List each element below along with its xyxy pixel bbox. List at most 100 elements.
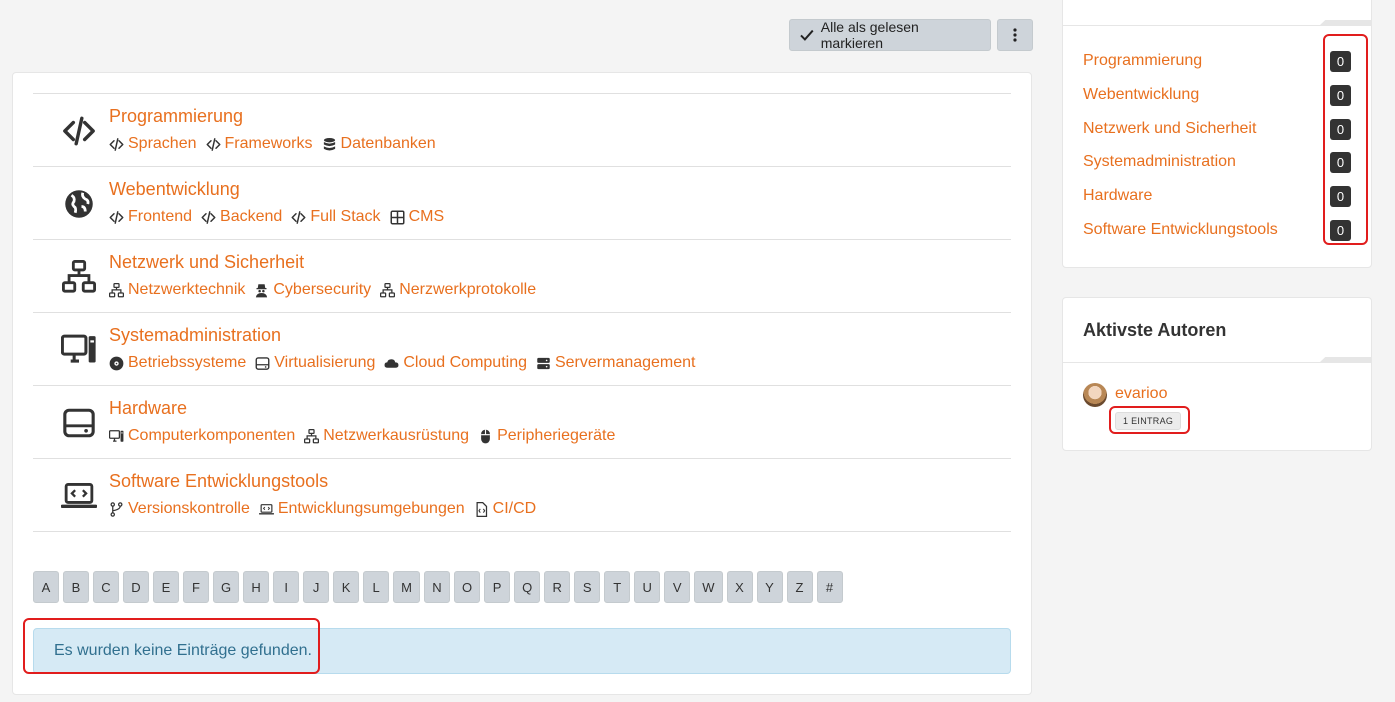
subcategory-link[interactable]: Nerzwerkprotokolle: [380, 281, 536, 299]
letter-button[interactable]: M: [393, 571, 420, 603]
letter-button[interactable]: D: [123, 571, 149, 603]
letter-button[interactable]: Q: [514, 571, 541, 603]
subcategory-list: Versionskontrolle Entwicklungsumgebungen C…: [109, 500, 545, 518]
category-icon: [59, 187, 99, 221]
subcategory-link[interactable]: Netzwerkausrüstung: [304, 427, 469, 445]
sidebar-category-link[interactable]: Hardware: [1083, 187, 1152, 205]
subcategory-link[interactable]: Cybersecurity: [254, 281, 371, 299]
active-authors-card: Aktivste Autoren evarioo 1 EINTRAG: [1062, 297, 1372, 451]
category-title-link[interactable]: Programmierung: [109, 106, 243, 127]
subcategory-label: Computerkomponenten: [128, 427, 296, 444]
hdd-icon: [255, 356, 270, 370]
entry-count-badge: 1 EINTRAG: [1115, 412, 1182, 430]
letter-button[interactable]: B: [63, 571, 89, 603]
subcategory-label: CMS: [408, 208, 445, 225]
subcategory-label: Servermanagement: [554, 354, 696, 371]
subcategory-link[interactable]: Entwicklungsumgebungen: [258, 500, 465, 518]
letter-button[interactable]: C: [93, 571, 119, 603]
code-icon: [109, 210, 124, 224]
letter-button[interactable]: F: [183, 571, 209, 603]
letter-button[interactable]: Y: [756, 571, 783, 603]
letter-button[interactable]: O: [453, 571, 481, 603]
category-row: Programmierung Sprachen Frameworks Datenban…: [33, 94, 1011, 167]
subcategory-label: Peripheriegeräte: [497, 427, 616, 444]
subcategory-link[interactable]: Betriebssysteme: [109, 354, 246, 372]
subcategory-link[interactable]: Backend: [201, 208, 282, 226]
letter-button[interactable]: N: [423, 571, 450, 603]
subcategory-list: Computerkomponenten Netzwerkausrüstung Per…: [109, 427, 624, 445]
letter-button[interactable]: G: [213, 571, 240, 603]
subcategory-link[interactable]: Virtualisierung: [255, 354, 375, 372]
subcategory-link[interactable]: Peripheriegeräte: [478, 427, 615, 445]
category-title-link[interactable]: Systemadministration: [109, 325, 281, 346]
sidebar-category-link[interactable]: Programmierung: [1083, 52, 1202, 70]
author-link[interactable]: evarioo: [1115, 385, 1167, 403]
subcategory-label: Cloud Computing: [403, 354, 527, 371]
category-row: Netzwerk und Sicherheit Netzwerktechnik Cy…: [33, 240, 1011, 313]
mark-all-read-button[interactable]: Alle als gelesen markieren: [789, 19, 991, 51]
desktop-icon: [61, 334, 96, 363]
category-title-link[interactable]: Netzwerk und Sicherheit: [109, 252, 304, 273]
letter-button[interactable]: I: [273, 571, 300, 603]
letter-button[interactable]: A: [33, 571, 59, 603]
letter-button[interactable]: S: [574, 571, 601, 603]
letter-button[interactable]: W: [694, 571, 723, 603]
more-options-button[interactable]: [997, 19, 1033, 51]
subcategory-link[interactable]: Netzwerktechnik: [109, 281, 245, 299]
subcategory-list: Betriebssysteme Virtualisierung Cloud Comp…: [109, 354, 705, 372]
subcategory-label: Netzwerkausrüstung: [323, 427, 470, 444]
laptop-code-icon: [61, 483, 97, 508]
subcategory-link[interactable]: Servermanagement: [536, 354, 696, 372]
card-tab: [1319, 357, 1371, 363]
category-title-link[interactable]: Hardware: [109, 398, 187, 419]
subcategory-label: Netzwerktechnik: [128, 281, 246, 298]
network-icon: [380, 282, 396, 297]
subcategory-label: Frontend: [128, 208, 193, 225]
category-count-badge: 0: [1330, 118, 1351, 140]
laptop-code-icon: [258, 503, 274, 514]
category-row: Systemadministration Betriebssysteme Virtu…: [33, 313, 1011, 386]
letter-button[interactable]: K: [333, 571, 360, 603]
subcategory-link[interactable]: Frameworks: [206, 135, 313, 153]
category-title-link[interactable]: Software Entwicklungstools: [109, 471, 328, 492]
letter-button[interactable]: U: [634, 571, 661, 603]
subcategory-label: Nerzwerkprotokolle: [399, 281, 537, 298]
category-row: Software Entwicklungstools Versionskontro…: [33, 459, 1011, 532]
letter-button[interactable]: #: [816, 571, 843, 603]
letter-button[interactable]: X: [726, 571, 753, 603]
category-icon: [59, 406, 99, 440]
avatar[interactable]: [1083, 383, 1107, 407]
letter-button[interactable]: Z: [786, 571, 813, 603]
subcategory-link[interactable]: Frontend: [109, 208, 192, 226]
letter-button[interactable]: R: [544, 571, 571, 603]
sidebar-category-link[interactable]: Webentwicklung: [1083, 86, 1199, 104]
subcategory-link[interactable]: Computerkomponenten: [109, 427, 295, 445]
letter-button[interactable]: V: [664, 571, 691, 603]
sidebar-category-link[interactable]: Software Entwicklungstools: [1083, 221, 1278, 239]
cloud-icon: [384, 358, 399, 368]
subcategory-link[interactable]: Versionskontrolle: [109, 500, 250, 518]
sidebar-category-link[interactable]: Netzwerk und Sicherheit: [1083, 120, 1256, 138]
letter-button[interactable]: P: [484, 571, 511, 603]
sidebar-category-link[interactable]: Systemadministration: [1083, 153, 1236, 171]
mouse-icon: [481, 429, 490, 443]
letter-button[interactable]: T: [604, 571, 631, 603]
code-icon: [63, 116, 95, 146]
subcategory-link[interactable]: Sprachen: [109, 135, 197, 153]
desktop-icon: [109, 429, 124, 442]
letter-button[interactable]: H: [243, 571, 270, 603]
ellipsis-vertical-icon: [1013, 28, 1017, 42]
letter-button[interactable]: L: [363, 571, 390, 603]
letter-button[interactable]: J: [303, 571, 330, 603]
subcategory-label: Sprachen: [128, 135, 197, 152]
subcategory-list: Netzwerktechnik Cybersecurity Nerzwerkprot…: [109, 281, 545, 299]
subcategory-link[interactable]: CI/CD: [474, 500, 536, 518]
network-icon: [304, 428, 320, 443]
category-title-link[interactable]: Webentwicklung: [109, 179, 240, 200]
subcategory-link[interactable]: CMS: [390, 208, 445, 226]
subcategory-link[interactable]: Cloud Computing: [384, 354, 527, 372]
letter-button[interactable]: E: [153, 571, 179, 603]
subcategory-link[interactable]: Full Stack: [291, 208, 381, 226]
hdd-icon: [63, 408, 95, 438]
subcategory-link[interactable]: Datenbanken: [322, 135, 436, 153]
